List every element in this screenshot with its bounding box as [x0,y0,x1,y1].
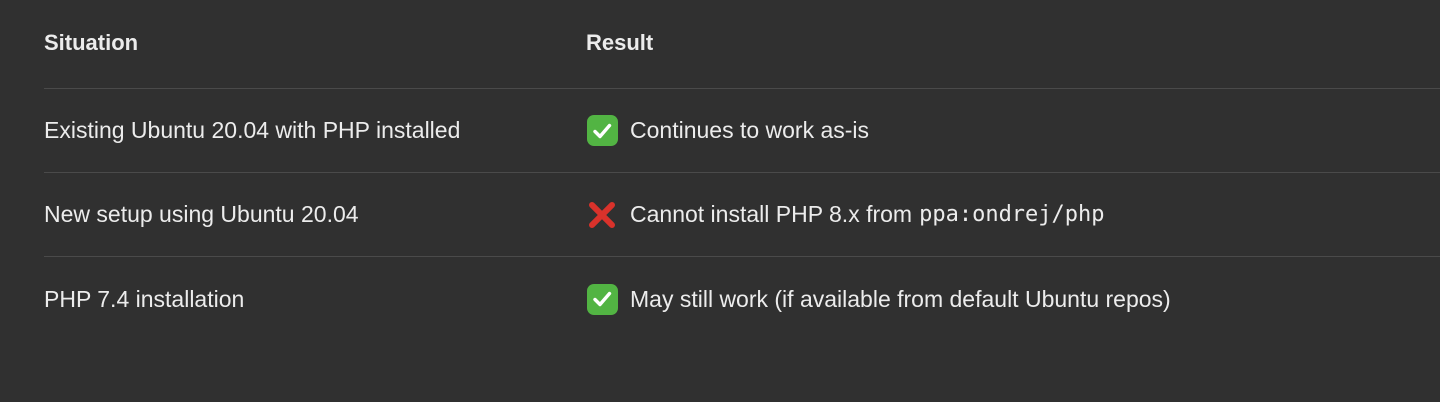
situation-cell: New setup using Ubuntu 20.04 [44,201,359,227]
comparison-table: Situation Result Existing Ubuntu 20.04 w… [44,0,1440,341]
table-row: PHP 7.4 installation May still work (if … [44,257,1440,341]
result-cell: Continues to work as-is [586,89,869,172]
check-mark-icon [586,283,618,315]
cross-mark-icon [586,199,618,231]
situation-cell: PHP 7.4 installation [44,285,245,312]
result-text: May still work (if available from defaul… [630,285,1171,312]
situation-cell: Existing Ubuntu 20.04 with PHP installed [44,117,461,143]
header-result: Result [586,30,654,55]
check-mark-icon [586,115,618,147]
table-header-row: Situation Result [44,0,1440,89]
result-text: Cannot install PHP 8.x from [630,201,913,227]
table-row: New setup using Ubuntu 20.04 Cannot inst… [44,173,1440,257]
table-row: Existing Ubuntu 20.04 with PHP installed… [44,89,1440,173]
result-cell: May still work (if available from defaul… [586,257,1171,341]
result-text: Continues to work as-is [630,117,870,143]
header-situation: Situation [44,30,139,55]
inline-code: ppa:ondrej/php [919,202,1105,227]
result-cell: Cannot install PHP 8.x from ppa:ondrej/p… [586,173,1105,256]
